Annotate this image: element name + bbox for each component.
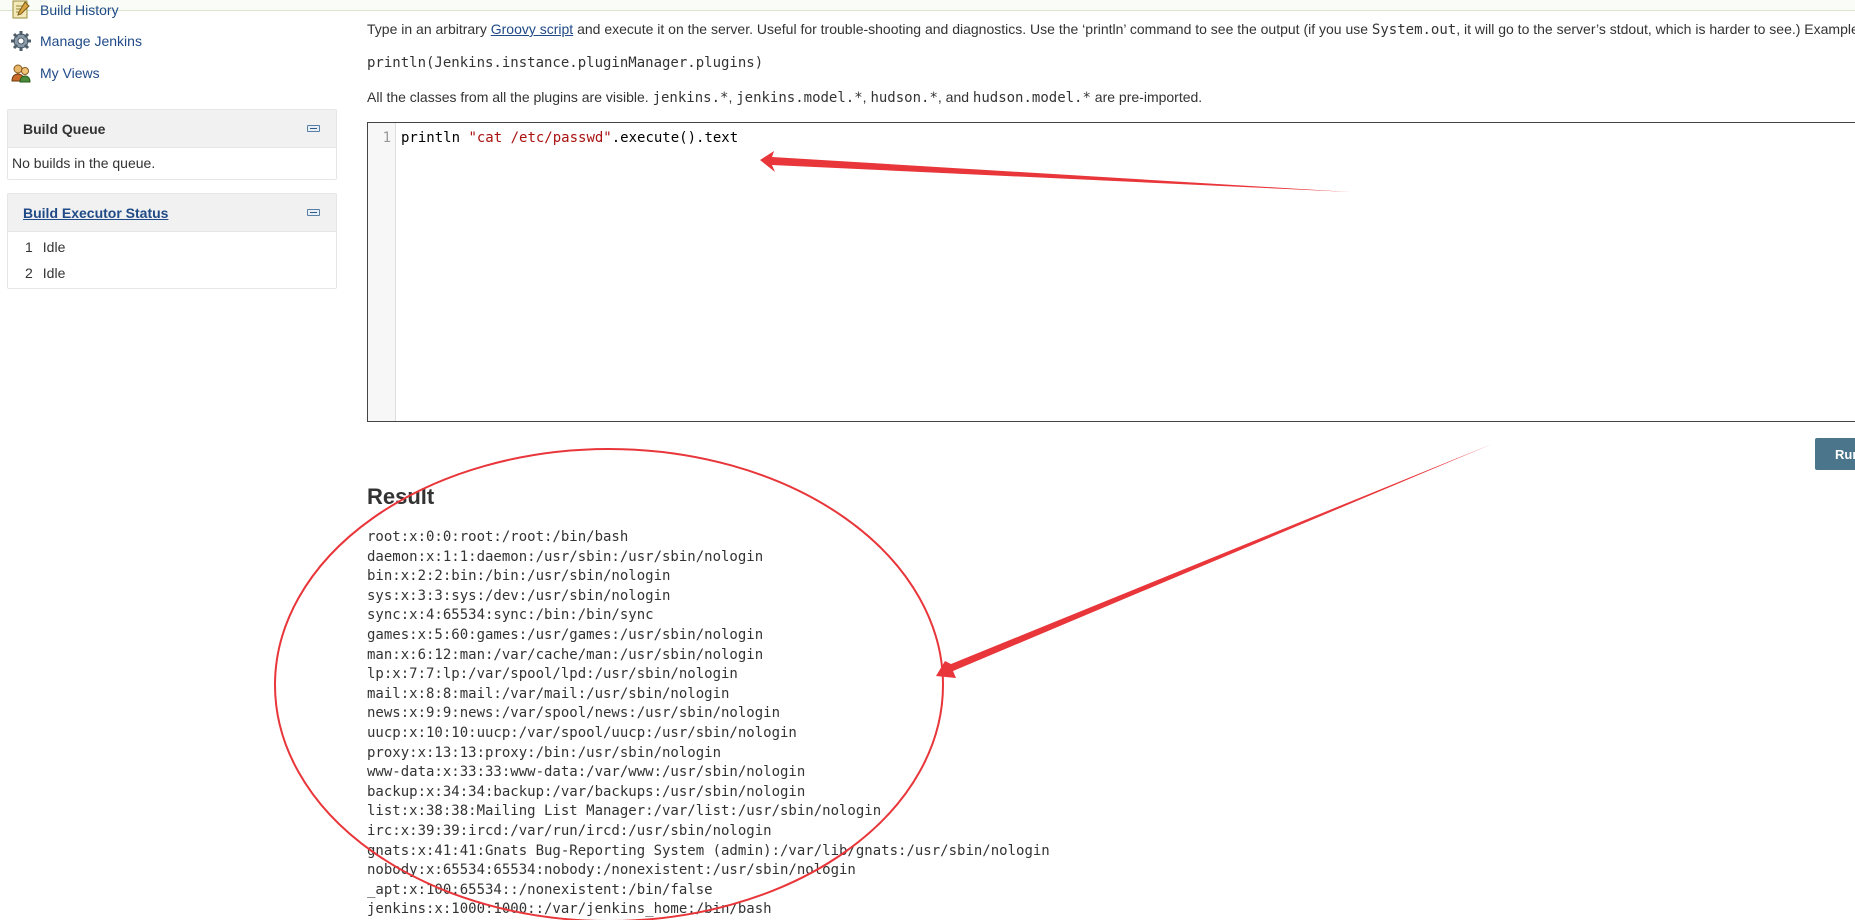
- classes-text: , and: [937, 89, 973, 105]
- code-token: println: [401, 130, 469, 146]
- output-line: uucp:x:10:10:uucp:/var/spool/uucp:/usr/s…: [367, 724, 797, 741]
- classes-code: jenkins.model.*: [736, 90, 863, 106]
- build-executor-header: Build Executor Status: [8, 194, 336, 232]
- sidebar-item-label[interactable]: Manage Jenkins: [40, 33, 142, 49]
- jenkins-script-console-page: Build History Manage Jenkins My Views Bu…: [0, 0, 1855, 920]
- build-executor-title-link[interactable]: Build Executor Status: [23, 205, 168, 221]
- output-line: gnats:x:41:41:Gnats Bug-Reporting System…: [367, 842, 1050, 859]
- output-line: games:x:5:60:games:/usr/games:/usr/sbin/…: [367, 626, 764, 643]
- notepad-icon: [10, 0, 32, 21]
- output-line: lp:x:7:7:lp:/var/spool/lpd:/usr/sbin/nol…: [367, 666, 738, 683]
- output-line: bin:x:2:2:bin:/bin:/usr/sbin/nologin: [367, 568, 671, 585]
- build-queue-panel: Build Queue No builds in the queue.: [7, 109, 337, 180]
- script-console-description: Type in an arbitrary Groovy script and e…: [367, 21, 1855, 38]
- output-line: list:x:38:38:Mailing List Manager:/var/l…: [367, 803, 882, 820]
- users-icon: [10, 62, 32, 84]
- desc-text: Type in an arbitrary: [367, 21, 491, 37]
- build-queue-title: Build Queue: [23, 120, 106, 137]
- classes-code: jenkins.*: [652, 90, 729, 106]
- output-line: _apt:x:100:65534::/nonexistent:/bin/fals…: [367, 881, 713, 898]
- classes-text: All the classes from all the plugins are…: [367, 89, 653, 105]
- classes-code: hudson.model.*: [972, 90, 1091, 106]
- output-line: man:x:6:12:man:/var/cache/man:/usr/sbin/…: [367, 646, 764, 663]
- output-line: backup:x:34:34:backup:/var/backups:/usr/…: [367, 783, 806, 800]
- build-queue-header: Build Queue: [8, 110, 336, 148]
- output-line: jenkins:x:1000:1000::/var/jenkins_home:/…: [367, 901, 772, 918]
- output-line: news:x:9:9:news:/var/spool/news:/usr/sbi…: [367, 705, 781, 722]
- output-line: irc:x:39:39:ircd:/var/run/ircd:/usr/sbin…: [367, 822, 772, 839]
- build-executor-panel: Build Executor Status 1 Idle 2 Idle: [7, 193, 337, 289]
- classes-code: hudson.*: [870, 90, 938, 106]
- output-line: nobody:x:65534:65534:nobody:/nonexistent…: [367, 862, 856, 879]
- editor-code-line[interactable]: println "cat /etc/passwd".execute().text: [401, 130, 738, 146]
- executor-status: Idle: [42, 239, 66, 255]
- output-line: sys:x:3:3:sys:/dev:/usr/sbin/nologin: [367, 587, 671, 604]
- collapse-icon[interactable]: [307, 209, 320, 216]
- pre-imported-classes-text: All the classes from all the plugins are…: [367, 89, 1202, 106]
- sidebar-item-label[interactable]: My Views: [40, 65, 100, 81]
- top-border: [0, 0, 1855, 11]
- output-line: proxy:x:13:13:proxy:/bin:/usr/sbin/nolog…: [367, 744, 722, 761]
- output-line: mail:x:8:8:mail:/var/mail:/usr/sbin/nolo…: [367, 685, 730, 702]
- result-output: root:x:0:0:root:/root:/bin/bash daemon:x…: [367, 528, 1050, 920]
- classes-text: are pre-imported.: [1090, 89, 1203, 105]
- desc-code: System.out: [1371, 22, 1457, 38]
- output-line: sync:x:4:65534:sync:/bin:/bin/sync: [367, 607, 654, 624]
- output-line: daemon:x:1:1:daemon:/usr/sbin:/usr/sbin/…: [367, 548, 764, 565]
- output-line: root:x:0:0:root:/root:/bin/bash: [367, 529, 629, 545]
- executor-status: Idle: [42, 265, 66, 281]
- executor-number: 1: [25, 239, 33, 255]
- sidebar-item-my-views[interactable]: My Views: [10, 62, 100, 84]
- run-button[interactable]: Run: [1815, 438, 1855, 470]
- executor-row: 2 Idle: [8, 260, 336, 286]
- desc-text: , it will go to the server’s stdout, whi…: [1456, 21, 1855, 37]
- sidebar-item-build-history[interactable]: Build History: [10, 0, 119, 21]
- gear-icon: [10, 30, 32, 52]
- collapse-icon[interactable]: [307, 125, 320, 132]
- desc-text: and execute it on the server. Useful for…: [573, 21, 1372, 37]
- result-title: Result: [367, 484, 435, 509]
- executor-number: 2: [25, 265, 33, 281]
- groovy-script-link[interactable]: Groovy script: [491, 21, 573, 37]
- line-number: 1: [382, 130, 391, 146]
- editor-gutter: 1: [368, 123, 396, 421]
- sidebar-item-label[interactable]: Build History: [40, 2, 119, 18]
- sidebar-item-manage-jenkins[interactable]: Manage Jenkins: [10, 30, 142, 52]
- code-string-token: "cat /etc/passwd": [468, 130, 612, 146]
- example-code: println(Jenkins.instance.pluginManager.p…: [367, 55, 764, 71]
- script-editor[interactable]: 1 println "cat /etc/passwd".execute().te…: [367, 122, 1855, 422]
- code-token: .execute().text: [611, 130, 739, 146]
- queue-empty-text: No builds in the queue.: [12, 155, 156, 171]
- executor-row: 1 Idle: [8, 234, 336, 260]
- output-line: www-data:x:33:33:www-data:/var/www:/usr/…: [367, 764, 806, 781]
